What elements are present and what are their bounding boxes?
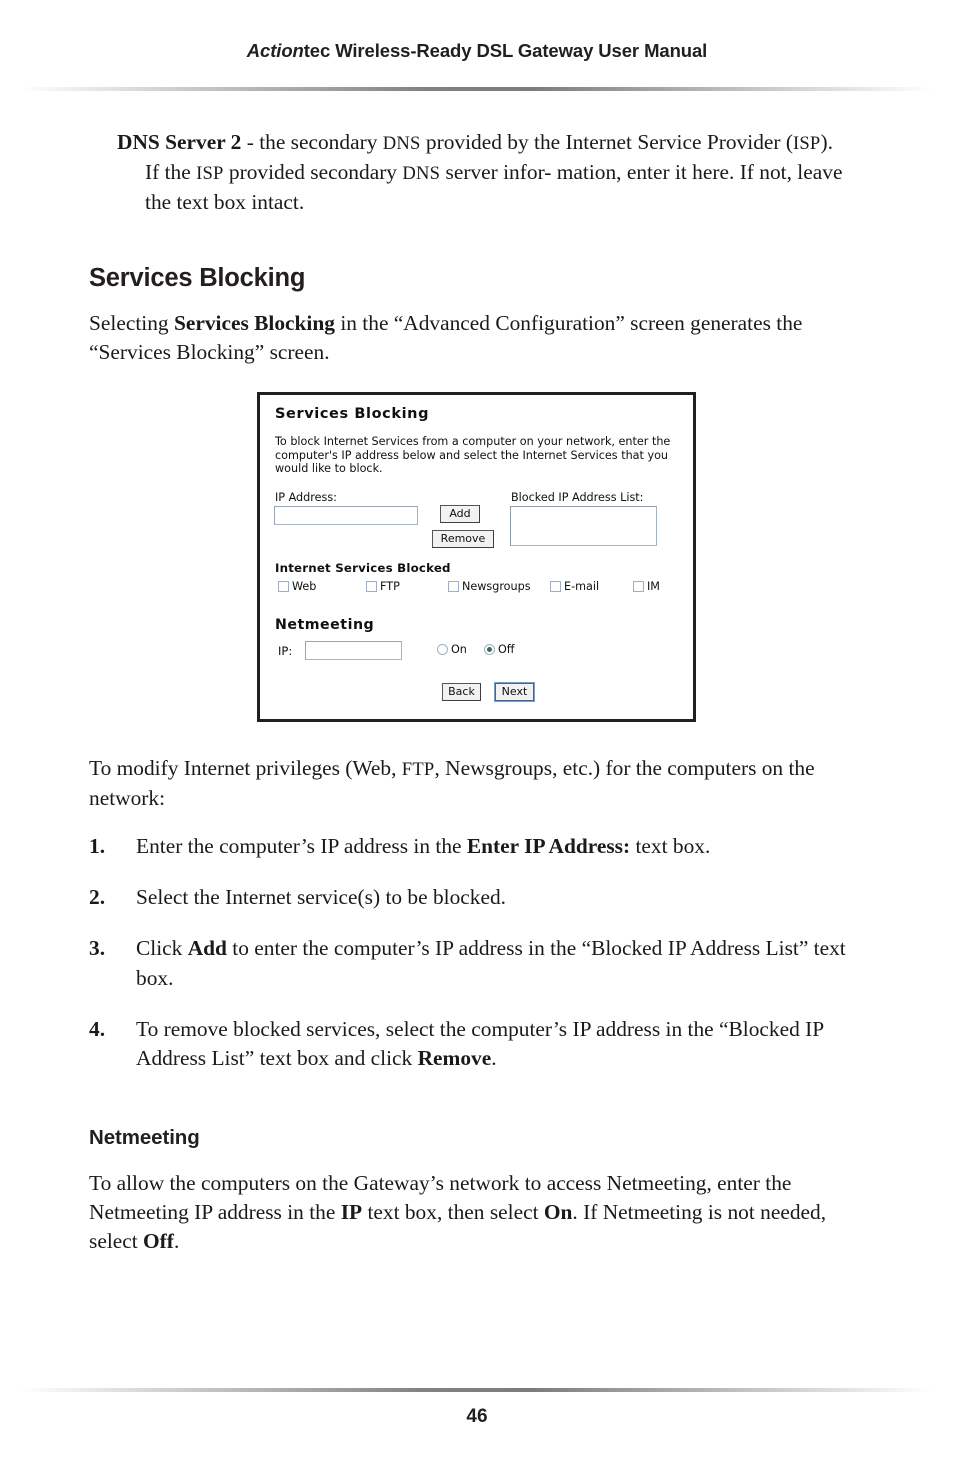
checkbox-email[interactable]: E-mail [550,580,599,593]
dns-smallcaps-2: DNS [402,163,441,185]
page-running-head: Actiontec Wireless-Ready DSL Gateway Use… [0,40,954,62]
figure-title: Services Blocking [275,406,430,422]
internet-services-checkbox-row: Web FTP Newsgroups E-mail IM [278,580,678,596]
blocked-ip-address-list-label: Blocked IP Address List: [511,491,644,504]
add-button[interactable]: Add [440,505,480,523]
step-number: 1. [89,834,106,858]
netmeeting-bold-off: Off [143,1229,174,1254]
internet-services-blocked-heading: Internet Services Blocked [275,561,451,575]
checkbox-label: E-mail [564,580,600,593]
checkbox-icon [278,581,289,592]
ftp-smallcaps: FTP [401,759,435,780]
step-text-a: Enter the computer’s IP address in the [136,834,467,858]
figure-description: To block Internet Services from a comput… [275,435,671,476]
step-text-b: text box. [630,834,711,858]
checkbox-label: IM [647,580,660,593]
back-button[interactable]: Back [442,683,481,701]
definition-line2-a: Provider ( [706,130,793,154]
checkbox-newsgroups[interactable]: Newsgroups [448,580,531,593]
netmeeting-text-d: . [173,1229,180,1254]
netmeeting-heading: Netmeeting [275,617,375,633]
definition-line1-rest: - the secondary [241,130,383,154]
subsection-heading-netmeeting: Netmeeting [89,1126,200,1149]
netmeeting-paragraph: To allow the computers on the Gateway’s … [89,1169,879,1257]
intro-text-a: Selecting [89,311,174,335]
checkbox-im[interactable]: IM [633,580,660,593]
checkbox-icon [550,581,561,592]
step-text-a: Select the Internet service(s) to be blo… [136,885,507,910]
step-text-b: to enter the computer’s IP address in th… [136,936,846,990]
checkbox-label: FTP [380,580,400,593]
step-number: 3. [89,936,106,961]
checkbox-label: Newsgroups [462,580,531,593]
radio-icon-selected [484,644,495,655]
step-text-a: Click [136,936,188,961]
definition-line1-tail: provided by the Internet Service [420,130,702,154]
checkbox-icon [633,581,644,592]
blocked-ip-address-list[interactable] [510,506,657,546]
step-number: 4. [89,1016,106,1041]
netmeeting-bold-ip: IP [340,1200,363,1225]
radio-icon [437,644,448,655]
netmeeting-ip-input[interactable] [305,641,402,660]
checkbox-icon [366,581,377,592]
footer-divider [20,1388,934,1392]
modify-privileges-paragraph: To modify Internet privileges (Web, FTP,… [89,754,869,813]
ip-address-input[interactable] [274,506,418,525]
services-blocking-screenshot-figure: Services Blocking To block Internet Serv… [257,392,696,722]
list-item: 3. Click Add to enter the computer’s IP a… [89,934,879,992]
dns-smallcaps-1: DNS [382,133,421,154]
isp-smallcaps-1: ISP [792,133,821,154]
header-divider [20,87,934,91]
dns-server-2-definition: DNS Server 2 - the secondary DNS provide… [117,128,845,218]
list-item: 4. To remove blocked services, select the… [89,1015,879,1073]
definition-line2-d: server infor- [440,160,552,185]
checkbox-icon [448,581,459,592]
manual-title-rest: tec Wireless-Ready DSL Gateway User Manu… [303,40,708,61]
step-number: 2. [89,885,106,910]
next-button[interactable]: Next [495,683,534,701]
remove-button[interactable]: Remove [432,530,494,548]
netmeeting-ip-label: IP: [278,644,293,658]
section-heading-services-blocking: Services Blocking [89,264,306,292]
step-text-b: . [491,1046,497,1071]
netmeeting-text-b: text box, then select [362,1200,544,1225]
manual-title: Actiontec Wireless-Ready DSL Gateway Use… [0,40,954,62]
netmeeting-bold-on: On [543,1200,573,1225]
radio-netmeeting-off[interactable]: Off [484,643,515,656]
ip-address-label: IP Address: [275,491,337,504]
isp-smallcaps-2: ISP [196,163,224,185]
steps-list: 1. Enter the computer’s IP address in the… [89,832,879,1095]
page-number: 46 [466,1406,488,1427]
checkbox-web[interactable]: Web [278,580,316,593]
after-figure-text-a: To modify Internet privileges (Web, [89,756,402,780]
intro-bold-services-blocking: Services Blocking [173,311,335,335]
definition-term: DNS Server 2 [117,130,242,154]
radio-label: On [451,643,467,656]
brand-name: Action [246,40,304,61]
checkbox-ftp[interactable]: FTP [366,580,400,593]
list-item: 1. Enter the computer’s IP address in the… [89,832,879,861]
checkbox-label: Web [292,580,317,593]
services-blocking-intro: Selecting Services Blocking in the “Adva… [89,309,879,367]
radio-netmeeting-on[interactable]: On [437,643,467,656]
list-item: 2. Select the Internet service(s) to be b… [89,883,879,912]
step-bold: Add [187,936,227,961]
netmeeting-controls-row: IP: On Off [275,641,675,661]
definition-line2-c: provided secondary [223,160,403,185]
step-bold: Enter IP Address: [466,834,631,858]
step-bold: Remove [417,1046,492,1071]
radio-label: Off [498,643,515,656]
